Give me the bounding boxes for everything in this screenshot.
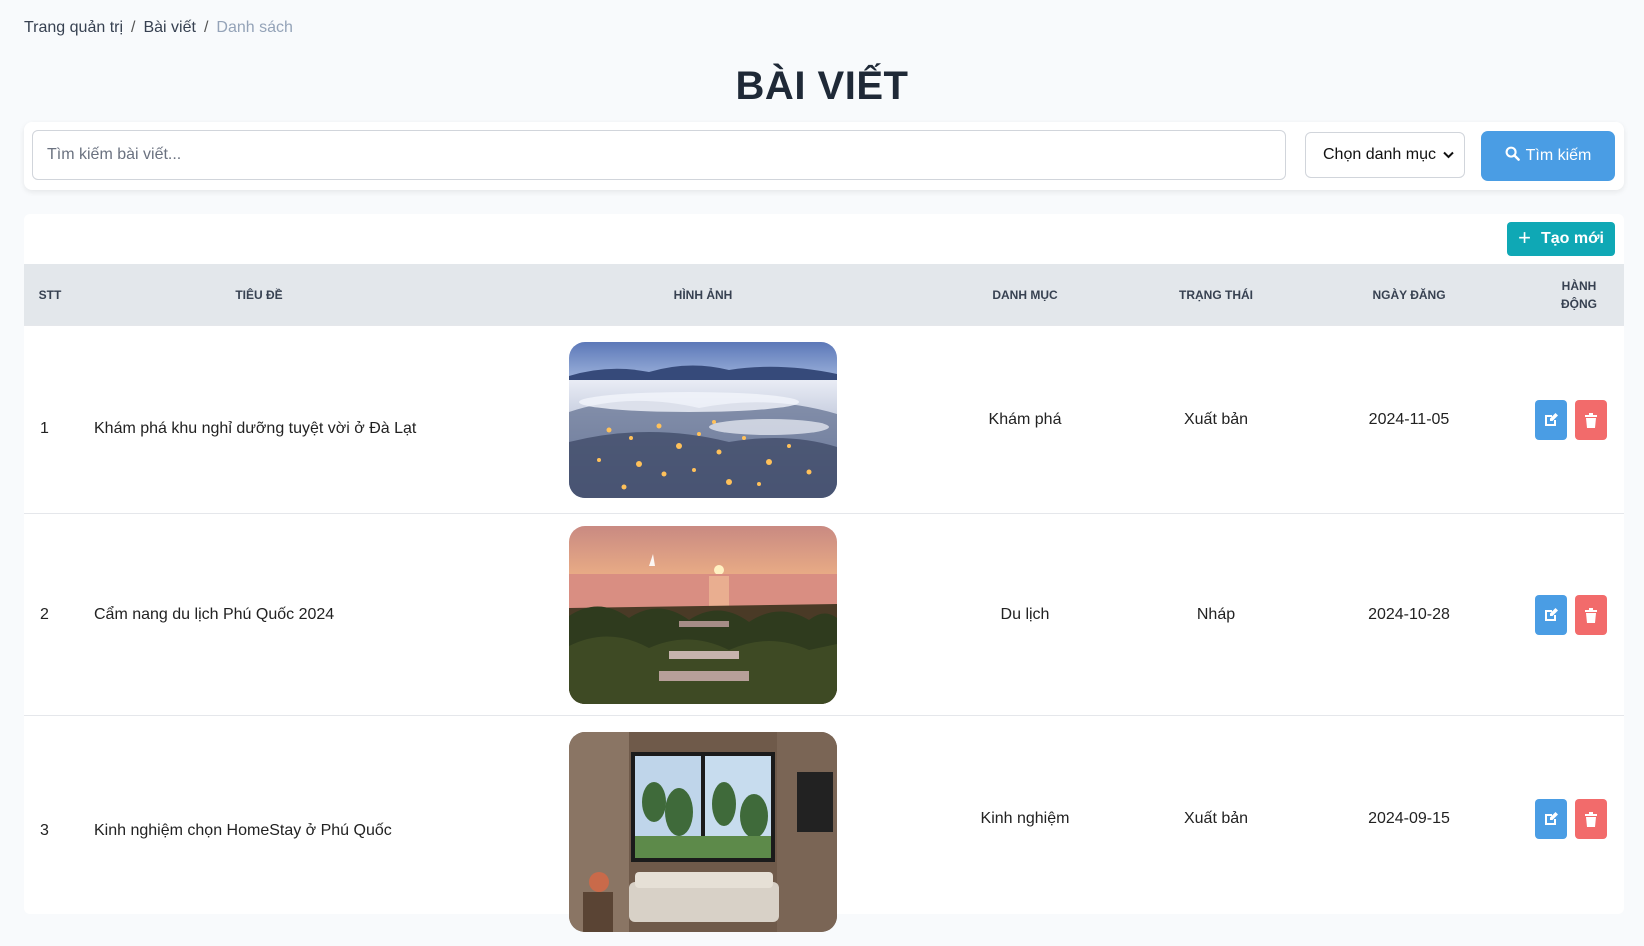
row-actions xyxy=(1535,514,1607,716)
row-stt: 2 xyxy=(40,606,49,623)
plus-icon: + xyxy=(1518,225,1531,250)
pencil-square-icon xyxy=(1545,413,1558,426)
row-category: Kinh nghiệm xyxy=(980,810,1070,827)
category-select-value: Chọn danh mục xyxy=(1323,146,1436,163)
row-stt: 3 xyxy=(40,822,49,839)
create-button-label: Tạo mới xyxy=(1540,230,1604,247)
row-title: Cẩm nang du lịch Phú Quốc 2024 xyxy=(94,606,335,623)
column-header-status: TRẠNG THÁI xyxy=(1179,287,1253,302)
row-actions xyxy=(1535,716,1607,922)
pencil-square-icon xyxy=(1545,608,1558,621)
row-stt: 1 xyxy=(40,420,49,437)
row-status: Xuất bản xyxy=(1183,411,1249,428)
posts-table-card: + Tạo mới STT TIÊU ĐỀ HÌNH ẢNH DANH MỤC … xyxy=(24,214,1624,932)
column-header-date: NGÀY ĐĂNG xyxy=(1372,287,1446,302)
table-row: 3 Kinh nghiệm chọn HomeStay ở Phú Quốc K… xyxy=(24,715,1624,946)
row-date: 2024-11-05 xyxy=(1368,411,1450,428)
search-button[interactable]: Tìm kiếm xyxy=(1481,131,1615,181)
create-button[interactable]: + Tạo mới xyxy=(1507,222,1615,256)
edit-button[interactable] xyxy=(1535,595,1567,635)
beach-resort-sunset-photo xyxy=(569,526,837,704)
pencil-square-icon xyxy=(1545,812,1558,825)
table-row: 2 Cẩm nang du lịch Phú Quốc 2024 Du lịch… xyxy=(24,513,1624,716)
breadcrumb-section[interactable]: Bài viết xyxy=(143,19,195,37)
chevron-down-icon xyxy=(1443,148,1454,162)
trash-icon xyxy=(1585,608,1597,623)
row-image xyxy=(568,326,838,514)
search-bar: Chọn danh mục Tìm kiếm xyxy=(24,122,1624,190)
table-row: 1 Khám phá khu nghỉ dưỡng tuyệt vời ở Đà… xyxy=(24,325,1624,514)
delete-button[interactable] xyxy=(1575,799,1607,839)
category-select[interactable]: Chọn danh mục xyxy=(1305,132,1465,178)
search-input[interactable] xyxy=(32,130,1286,180)
row-category: Du lịch xyxy=(1000,606,1050,623)
trash-icon xyxy=(1585,413,1597,428)
delete-button[interactable] xyxy=(1575,595,1607,635)
row-status: Nháp xyxy=(1196,606,1236,623)
row-actions xyxy=(1535,326,1607,514)
foggy-city-night-photo xyxy=(569,342,837,498)
breadcrumb-separator: / xyxy=(203,19,209,36)
row-category: Khám phá xyxy=(988,411,1062,428)
search-icon xyxy=(1505,146,1520,166)
row-title: Khám phá khu nghỉ dưỡng tuyệt vời ở Đà L… xyxy=(94,420,417,437)
row-status: Xuất bản xyxy=(1183,810,1249,827)
row-date: 2024-09-15 xyxy=(1368,810,1450,827)
hotel-room-window-photo xyxy=(569,732,837,932)
column-header-stt: STT xyxy=(38,287,62,302)
trash-icon xyxy=(1585,812,1597,827)
row-date: 2024-10-28 xyxy=(1368,606,1450,623)
delete-button[interactable] xyxy=(1575,400,1607,440)
row-title: Kinh nghiệm chọn HomeStay ở Phú Quốc xyxy=(94,822,392,839)
breadcrumb-separator: / xyxy=(131,19,136,36)
breadcrumb-home[interactable]: Trang quản trị xyxy=(24,19,123,37)
table-header: STT TIÊU ĐỀ HÌNH ẢNH DANH MỤC TRẠNG THÁI… xyxy=(24,264,1624,325)
edit-button[interactable] xyxy=(1535,400,1567,440)
column-header-category: DANH MỤC xyxy=(992,287,1058,302)
column-header-title: TIÊU ĐỀ xyxy=(235,287,283,302)
breadcrumb-current: Danh sách xyxy=(216,19,293,36)
page-title: BÀI VIẾT xyxy=(735,64,909,108)
breadcrumb: Trang quản trị / Bài viết / Danh sách xyxy=(24,19,293,37)
edit-button[interactable] xyxy=(1535,799,1567,839)
search-button-label: Tìm kiếm xyxy=(1525,147,1592,164)
row-image xyxy=(568,716,838,946)
column-header-actions: HÀNH ĐỘNG xyxy=(1561,278,1597,311)
row-image xyxy=(568,514,838,716)
column-header-image: HÌNH ẢNH xyxy=(673,287,733,302)
